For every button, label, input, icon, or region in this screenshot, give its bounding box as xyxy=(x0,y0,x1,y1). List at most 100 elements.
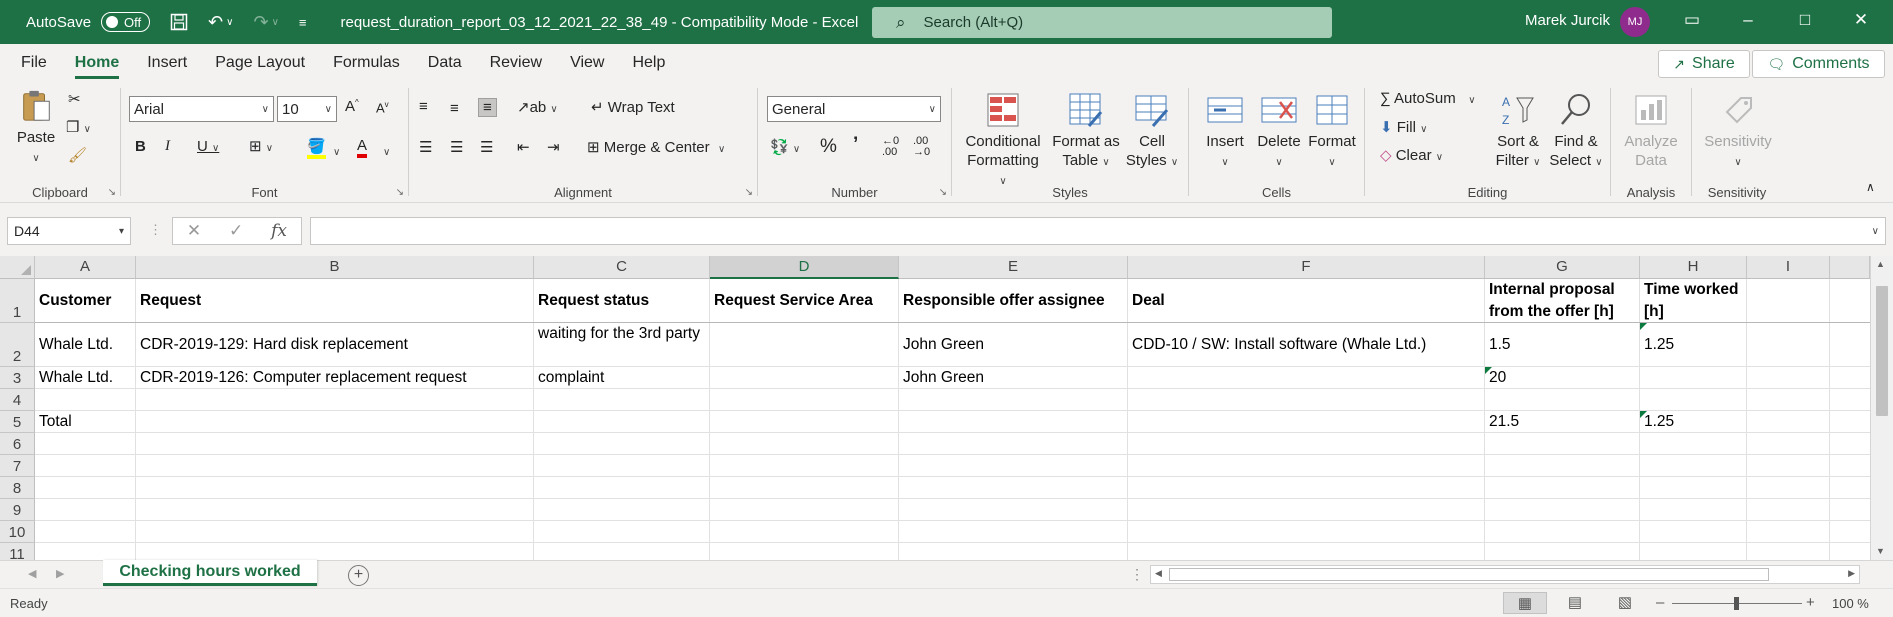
tab-data[interactable]: Data xyxy=(428,44,462,82)
conditional-formatting-button[interactable]: Conditional Formatting ∨ xyxy=(962,92,1044,191)
share-button[interactable]: ↗ Share xyxy=(1658,50,1750,78)
tab-formulas[interactable]: Formulas xyxy=(333,44,400,82)
horizontal-scroll-thumb[interactable] xyxy=(1169,568,1769,581)
page-break-view-icon[interactable]: ▧ xyxy=(1603,592,1647,614)
underline-icon[interactable]: U ∨ xyxy=(197,138,219,155)
cell-e1[interactable]: Responsible offer assignee xyxy=(899,279,1127,323)
horizontal-scrollbar[interactable]: ◀ ▶ xyxy=(1150,565,1860,584)
cell-g3[interactable]: 20 xyxy=(1485,367,1639,389)
tab-view[interactable]: View xyxy=(570,44,604,82)
find-select-button[interactable]: Find & Select ∨ xyxy=(1547,92,1605,172)
italic-icon[interactable]: I xyxy=(165,138,170,155)
percent-style-icon[interactable]: % xyxy=(820,136,837,158)
font-size-select[interactable]: 10 ∨ xyxy=(277,96,337,122)
row-header-11[interactable]: 11 xyxy=(0,543,35,560)
search-box[interactable]: ⌕ Search (Alt+Q) xyxy=(872,7,1332,38)
row-header-6[interactable]: 6 xyxy=(0,433,35,455)
font-launcher-icon[interactable]: ↘ xyxy=(396,187,404,198)
cell-b1[interactable]: Request xyxy=(136,279,533,323)
cell-b3[interactable]: CDR-2019-126: Computer replacement reque… xyxy=(136,367,533,389)
wrap-text-button[interactable]: ↵ Wrap Text xyxy=(591,98,675,116)
add-sheet-icon[interactable]: + xyxy=(348,565,369,586)
ribbon-display-options-icon[interactable]: ▭ xyxy=(1677,10,1707,30)
align-bottom-icon[interactable]: ≡ xyxy=(478,98,497,117)
font-color-dropdown-icon[interactable]: ∨ xyxy=(383,142,390,159)
autosum-button[interactable]: ∑ AutoSum ∨ xyxy=(1380,90,1476,107)
undo-icon[interactable]: ↶ ∨ xyxy=(208,12,233,33)
align-middle-icon[interactable]: ≡ xyxy=(450,100,459,117)
name-box[interactable]: D44 ▾ xyxy=(7,217,131,245)
cell-h2[interactable]: 1.25 xyxy=(1640,323,1746,367)
cell-h1[interactable]: Time worked [h] xyxy=(1640,279,1746,323)
minimize-icon[interactable]: – xyxy=(1733,10,1763,30)
fill-color-dropdown-icon[interactable]: ∨ xyxy=(333,142,340,159)
bold-icon[interactable]: B xyxy=(135,138,146,155)
cell-f1[interactable]: Deal xyxy=(1128,279,1484,323)
user-name[interactable]: Marek Jurcik xyxy=(1525,12,1610,29)
cell-g2[interactable]: 1.5 xyxy=(1485,323,1639,367)
insert-function-icon[interactable]: fx xyxy=(271,221,287,241)
increase-font-icon[interactable]: A^ xyxy=(345,98,359,115)
page-layout-view-icon[interactable]: ▤ xyxy=(1553,592,1597,614)
cell-a2[interactable]: Whale Ltd. xyxy=(35,323,135,367)
format-painter-icon[interactable]: 🖌 xyxy=(68,146,87,164)
accounting-format-icon[interactable]: 💱 ∨ xyxy=(770,138,800,156)
customize-quick-access-icon[interactable]: ≡ xyxy=(299,15,307,30)
collapse-ribbon-icon[interactable]: ∧ xyxy=(1866,180,1875,194)
column-header-b[interactable]: B xyxy=(136,256,534,279)
close-icon[interactable]: ✕ xyxy=(1846,10,1876,30)
cell-f2[interactable]: CDD-10 / SW: Install software (Whale Ltd… xyxy=(1128,323,1484,367)
row-header-5[interactable]: 5 xyxy=(0,411,35,433)
confirm-formula-icon[interactable]: ✓ xyxy=(229,221,243,241)
clear-button[interactable]: ◇ Clear ∨ xyxy=(1380,146,1443,164)
scroll-down-icon[interactable]: ▼ xyxy=(1876,546,1885,556)
scroll-right-icon[interactable]: ▶ xyxy=(1848,568,1855,579)
cell-a1[interactable]: Customer xyxy=(35,279,135,323)
cell-a3[interactable]: Whale Ltd. xyxy=(35,367,135,389)
analyze-data-button[interactable]: Analyze Data xyxy=(1621,92,1681,170)
cell-c1[interactable]: Request status xyxy=(534,279,709,323)
alignment-launcher-icon[interactable]: ↘ xyxy=(745,187,753,198)
tab-insert[interactable]: Insert xyxy=(147,44,187,82)
row-header-3[interactable]: 3 xyxy=(0,367,35,389)
zoom-level[interactable]: 100 % xyxy=(1832,596,1869,611)
number-launcher-icon[interactable]: ↘ xyxy=(939,187,947,198)
zoom-out-icon[interactable]: – xyxy=(1656,594,1664,611)
column-header-e[interactable]: E xyxy=(899,256,1128,279)
select-all-button[interactable] xyxy=(0,256,35,279)
column-header-f[interactable]: F xyxy=(1128,256,1485,279)
sort-filter-button[interactable]: AZ Sort & Filter ∨ xyxy=(1493,92,1543,172)
scroll-left-icon[interactable]: ◀ xyxy=(1155,568,1162,579)
align-top-icon[interactable]: ≡ xyxy=(419,98,428,115)
copy-icon[interactable]: ❐ ∨ xyxy=(66,118,91,136)
fill-color-icon[interactable]: 🪣 xyxy=(307,137,326,159)
sensitivity-button[interactable]: Sensitivity ∨ xyxy=(1700,92,1776,172)
formula-input[interactable]: ∨ xyxy=(310,217,1886,245)
column-header-i[interactable]: I xyxy=(1747,256,1830,279)
normal-view-icon[interactable]: ▦ xyxy=(1503,592,1547,614)
column-header-c[interactable]: C xyxy=(534,256,710,279)
number-format-select[interactable]: General ∨ xyxy=(767,96,941,122)
delete-cells-button[interactable]: Delete ∨ xyxy=(1255,92,1303,172)
align-left-icon[interactable]: ☰ xyxy=(419,138,432,156)
row-header-8[interactable]: 8 xyxy=(0,477,35,499)
avatar[interactable]: MJ xyxy=(1620,7,1650,37)
cell-h5[interactable]: 1.25 xyxy=(1640,411,1746,433)
insert-cells-button[interactable]: Insert ∨ xyxy=(1203,92,1247,172)
cancel-formula-icon[interactable]: ✕ xyxy=(187,221,201,241)
next-sheet-icon[interactable]: ▶ xyxy=(56,567,64,580)
scroll-up-icon[interactable]: ▲ xyxy=(1876,259,1885,269)
decrease-indent-icon[interactable]: ⇤ xyxy=(517,138,530,156)
align-center-icon[interactable]: ☰ xyxy=(450,138,463,156)
cell-styles-button[interactable]: Cell Styles ∨ xyxy=(1124,92,1180,172)
tab-file[interactable]: File xyxy=(21,44,47,82)
tab-help[interactable]: Help xyxy=(632,44,665,82)
expand-formula-bar-icon[interactable]: ∨ xyxy=(1872,226,1879,237)
comments-button[interactable]: 🗨 Comments xyxy=(1752,50,1885,78)
save-icon[interactable] xyxy=(170,13,188,31)
cell-c2[interactable]: waiting for the 3rd party xyxy=(534,323,709,367)
column-header-g[interactable]: G xyxy=(1485,256,1640,279)
tab-review[interactable]: Review xyxy=(490,44,542,82)
decrease-decimal-icon[interactable]: .00 →0 xyxy=(913,136,930,158)
cell-g1[interactable]: Internal proposal from the offer [h] xyxy=(1485,279,1639,323)
